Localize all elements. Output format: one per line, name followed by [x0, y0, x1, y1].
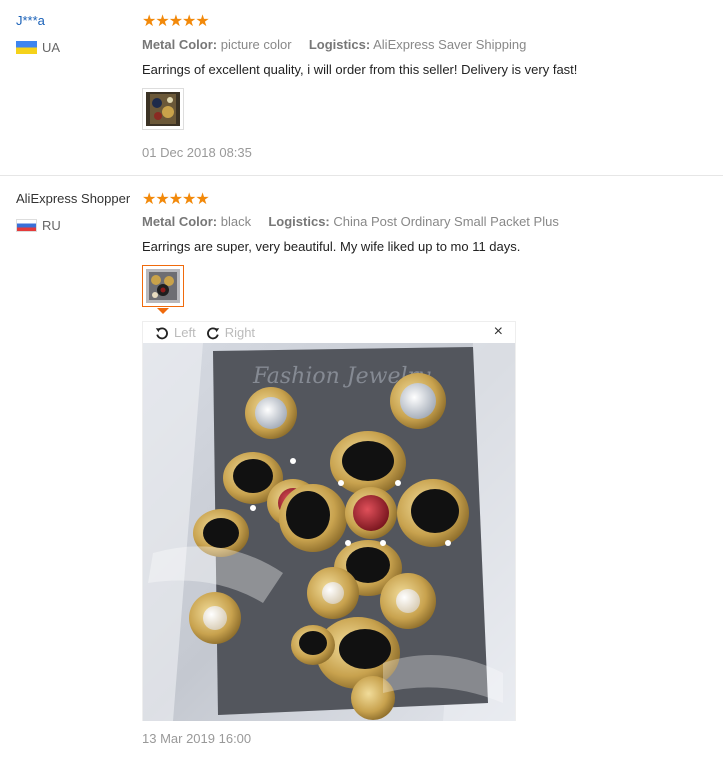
review-attributes: Metal Color: picture color Logistics: Al…	[142, 37, 526, 52]
rotate-left-icon	[155, 327, 168, 339]
logistics-label: Logistics:	[308, 37, 371, 52]
review-date: 13 Mar 2019 16:00	[142, 731, 252, 746]
rotate-right-label: Right	[224, 325, 256, 340]
russia-flag-icon	[16, 219, 37, 232]
review-text: Earrings are super, very beautiful. My w…	[142, 239, 521, 254]
earrings-photo: Fashion Jewelry	[143, 343, 515, 721]
review-photo-thumbnail[interactable]	[142, 265, 184, 307]
review-attributes: Metal Color: black Logistics: China Post…	[142, 214, 559, 229]
review-photo-thumbnail[interactable]	[142, 88, 184, 130]
rotate-right-button[interactable]: Right	[206, 325, 255, 340]
star-rating: ★★★★★	[142, 191, 210, 208]
country-code: UA	[42, 40, 61, 55]
thumbnail-image	[146, 92, 180, 126]
rotate-left-button[interactable]: Left	[155, 325, 196, 340]
metal-color-value: black	[220, 214, 252, 229]
logistics-value: AliExpress Saver Shipping	[373, 37, 527, 52]
reviewer-name: AliExpress Shopper	[16, 191, 131, 206]
ukraine-flag-icon	[16, 41, 37, 54]
rotate-right-icon	[206, 327, 219, 339]
metal-color-label: Metal Color:	[142, 214, 218, 229]
active-thumbnail-indicator	[157, 308, 169, 314]
photo-viewer-toolbar: Left Right ×	[143, 322, 515, 343]
close-icon: ×	[493, 323, 503, 340]
reviewer-country: RU	[16, 218, 61, 233]
review-item: AliExpress Shopper RU ★★★★★ Metal Color:…	[0, 177, 723, 760]
review-text: Earrings of excellent quality, i will or…	[142, 62, 578, 77]
reviewer-name[interactable]: J***a	[16, 13, 45, 28]
country-code: RU	[42, 218, 61, 233]
review-photo-large: Fashion Jewelry	[143, 343, 515, 721]
rotate-left-label: Left	[174, 325, 196, 340]
photo-viewer: Left Right × Fashion Jewelry	[142, 321, 516, 721]
thumbnail-image	[146, 269, 180, 303]
metal-color-value: picture color	[220, 37, 292, 52]
logistics-value: China Post Ordinary Small Packet Plus	[333, 214, 559, 229]
metal-color-label: Metal Color:	[142, 37, 218, 52]
reviewer-country: UA	[16, 40, 60, 55]
review-date: 01 Dec 2018 08:35	[142, 145, 252, 160]
review-item: J***a UA ★★★★★ Metal Color: picture colo…	[0, 0, 723, 176]
logistics-label: Logistics:	[268, 214, 330, 229]
close-viewer-button[interactable]: ×	[493, 323, 503, 340]
star-rating: ★★★★★	[142, 13, 210, 30]
